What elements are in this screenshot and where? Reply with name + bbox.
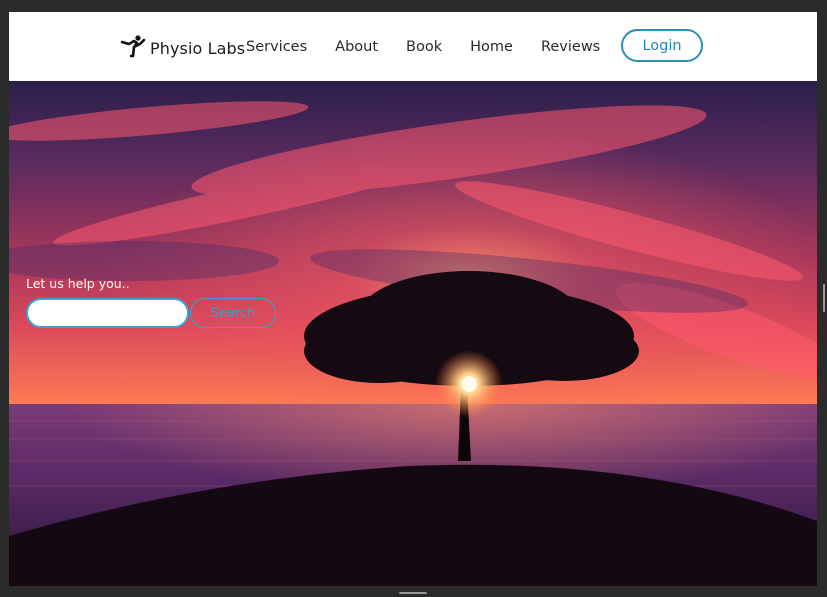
login-button[interactable]: Login: [621, 29, 703, 62]
running-person-icon: [120, 34, 146, 62]
hero-section: Let us help you.. Search: [9, 81, 817, 586]
search-input[interactable]: [26, 298, 189, 328]
resize-handle-bottom[interactable]: [399, 592, 427, 594]
nav-link-reviews[interactable]: Reviews: [541, 38, 600, 56]
brand-logo[interactable]: Physio Labs: [120, 34, 245, 62]
resize-handle-right[interactable]: [823, 284, 825, 312]
nav-link-home[interactable]: Home: [470, 38, 513, 56]
browser-viewport: Physio Labs Services About Book Home Rev…: [9, 12, 817, 586]
search-button[interactable]: Search: [190, 298, 276, 328]
nav-link-services[interactable]: Services: [246, 38, 307, 56]
hero-background-image: [9, 81, 817, 586]
top-navbar: Physio Labs Services About Book Home Rev…: [9, 12, 817, 82]
nav-links: Services About Book Home Reviews: [246, 38, 600, 56]
help-label: Let us help you..: [26, 276, 130, 291]
nav-link-about[interactable]: About: [335, 38, 378, 56]
nav-link-book[interactable]: Book: [406, 38, 442, 56]
brand-name: Physio Labs: [150, 38, 246, 58]
